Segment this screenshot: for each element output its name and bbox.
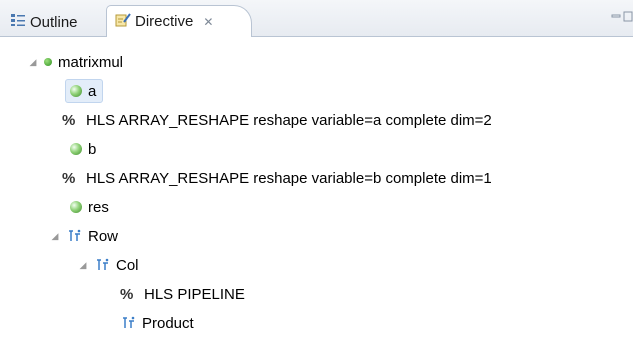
directive-icon: [115, 12, 131, 32]
close-icon[interactable]: ✕: [203, 15, 213, 29]
function-icon: [44, 58, 52, 66]
variable-icon: [70, 85, 82, 97]
tree-node-row[interactable]: ◢ Row: [50, 223, 118, 249]
loop-icon: [94, 257, 110, 273]
directive-tree: ◢ matrixmul a % HLS ARRAY_RESHAPE reshap…: [0, 37, 633, 354]
tree-node-label: b: [88, 140, 97, 158]
variable-icon: [70, 201, 82, 213]
tab-outline-label: Outline: [30, 13, 78, 31]
tree-node-label: a: [88, 82, 97, 100]
tree-node-b[interactable]: b: [70, 136, 96, 162]
tree-node-label: HLS ARRAY_RESHAPE reshape variable=b com…: [86, 169, 492, 187]
tree-node-label: matrixmul: [58, 53, 124, 71]
tree-node-col[interactable]: ◢ Col: [78, 252, 139, 278]
tree-node-label: res: [88, 198, 109, 216]
tree-node-label: HLS PIPELINE: [144, 285, 245, 303]
collapse-arrow-icon[interactable]: ◢: [28, 57, 38, 68]
tree-node-label: Row: [88, 227, 119, 245]
selected-node-highlight: a: [65, 79, 104, 103]
collapse-arrow-icon[interactable]: ◢: [78, 260, 88, 271]
tree-node-label: HLS ARRAY_RESHAPE reshape variable=a com…: [86, 111, 492, 129]
view-tab-bar: Outline Directive ✕: [0, 0, 633, 37]
tree-node-label: Product: [142, 314, 194, 332]
directive-percent-icon: %: [62, 169, 76, 187]
tab-directive-label: Directive: [135, 13, 194, 30]
collapse-arrow-icon[interactable]: ◢: [50, 231, 60, 242]
minimize-maximize-icon[interactable]: [611, 10, 633, 24]
tree-node-res[interactable]: res: [70, 194, 109, 220]
directive-percent-icon: %: [120, 285, 134, 303]
variable-icon: [70, 143, 82, 155]
outline-icon: [10, 13, 26, 31]
tree-node-label: Col: [116, 256, 139, 274]
tab-outline[interactable]: Outline: [10, 8, 78, 36]
tab-directive[interactable]: Directive ✕: [106, 5, 253, 37]
tree-node-pipeline[interactable]: % HLS PIPELINE: [120, 281, 245, 307]
directive-view: Outline Directive ✕ ◢ matrixmul a % HLS …: [0, 0, 633, 354]
tree-node-directive-a[interactable]: % HLS ARRAY_RESHAPE reshape variable=a c…: [62, 107, 492, 133]
loop-icon: [66, 228, 82, 244]
loop-icon: [120, 315, 136, 331]
tree-node-matrixmul[interactable]: ◢ matrixmul: [28, 49, 123, 75]
tree-node-product[interactable]: Product: [120, 310, 194, 336]
tree-node-a[interactable]: a: [65, 78, 104, 104]
directive-percent-icon: %: [62, 111, 76, 129]
tree-node-directive-b[interactable]: % HLS ARRAY_RESHAPE reshape variable=b c…: [62, 165, 492, 191]
